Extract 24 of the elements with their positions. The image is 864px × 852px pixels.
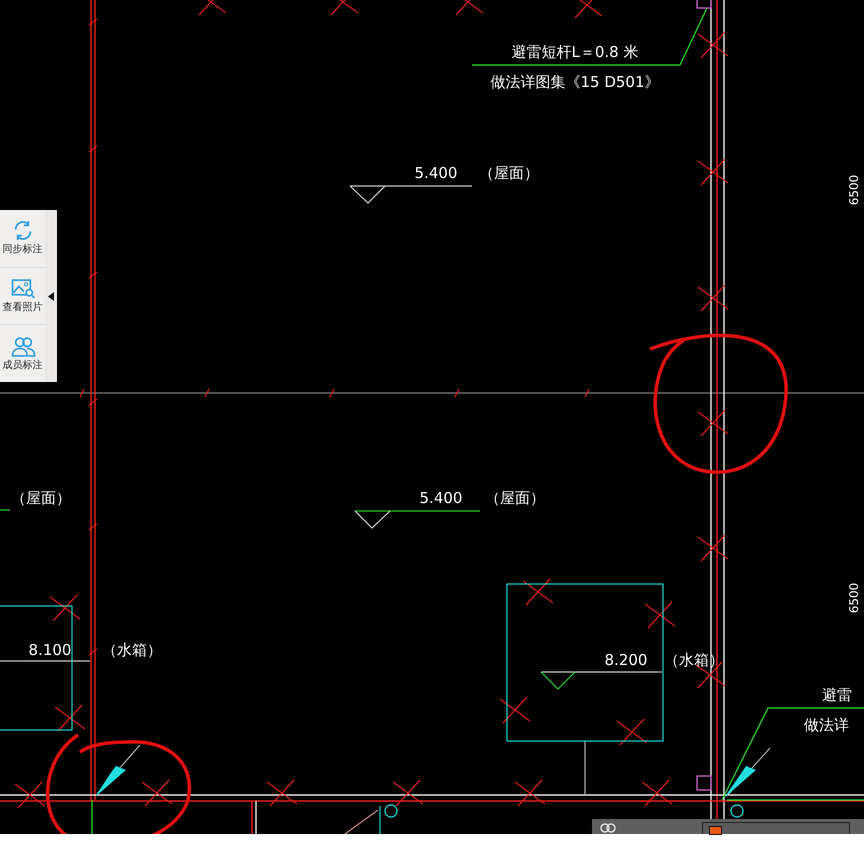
category-dropdown[interactable]	[702, 822, 850, 834]
elevation-label: 8.200	[604, 651, 648, 669]
annotation-text: 避雷短杆L＝0.8 米	[512, 43, 638, 61]
annotation-text: （屋面）	[479, 164, 539, 182]
elevation-label: 5.400	[420, 489, 462, 507]
image-search-icon	[10, 277, 36, 300]
annotation-text: 避雷	[822, 686, 852, 704]
toolbar-button[interactable]: 查看照片	[0, 268, 45, 326]
annotation-text: 做法详图集《15 D501》	[490, 73, 660, 91]
collapse-arrow-icon[interactable]	[48, 292, 54, 300]
annotation-text: （水箱）	[664, 651, 724, 669]
color-swatch-icon	[709, 826, 722, 835]
dimension-text: 6500	[847, 582, 861, 614]
dimension-text: 6500	[847, 174, 861, 206]
people-icon	[600, 822, 616, 834]
annotation-text: （屋面）	[485, 489, 545, 507]
annotation-text: （水箱）	[102, 641, 162, 659]
elevation-label: 5.400	[414, 164, 458, 182]
people-icon	[10, 334, 36, 358]
toolbar-button[interactable]: 成员标注	[0, 325, 45, 382]
annotation-text: 做法详	[804, 716, 849, 734]
annotation-text: （屋面）	[11, 489, 71, 507]
elevation-label: 8.100	[28, 641, 72, 659]
toolbar-button[interactable]: 同步标注	[0, 210, 45, 268]
